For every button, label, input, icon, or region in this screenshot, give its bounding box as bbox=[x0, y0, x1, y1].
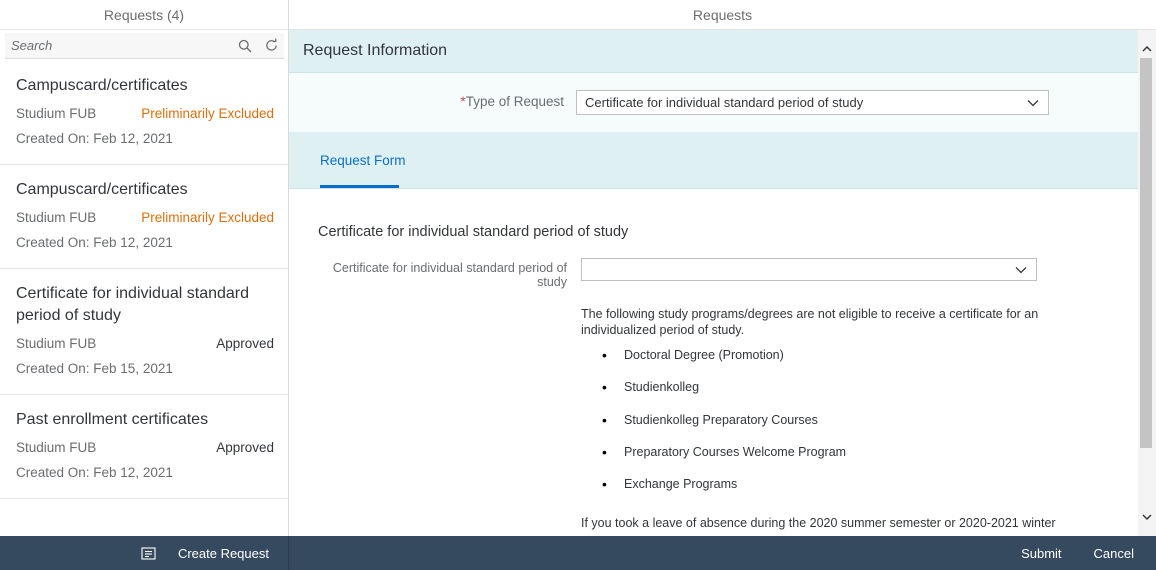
type-of-request-value: Certificate for individual standard peri… bbox=[585, 95, 864, 110]
scrollbar[interactable] bbox=[1138, 30, 1156, 536]
form-heading: Certificate for individual standard peri… bbox=[318, 224, 629, 240]
create-request-label: Create Request bbox=[177, 545, 269, 561]
status-badge: Preliminarily Excluded bbox=[141, 210, 274, 225]
list-item: Studienkolleg bbox=[581, 379, 1061, 411]
search-input[interactable] bbox=[5, 33, 232, 58]
request-title: Campuscard/certificates bbox=[16, 181, 188, 198]
status-badge: Approved bbox=[216, 440, 274, 455]
detail-content: Request Information *Type of Request Cer… bbox=[289, 30, 1138, 536]
request-created-date: Created On: Feb 12, 2021 bbox=[16, 235, 173, 250]
status-badge: Approved bbox=[216, 336, 274, 351]
request-title: Campuscard/certificates bbox=[16, 77, 188, 94]
type-of-request-label: *Type of Request bbox=[460, 94, 564, 109]
create-request-button[interactable]: Create Request bbox=[133, 539, 277, 567]
refresh-icon[interactable] bbox=[258, 33, 284, 59]
request-org: Studium FUB bbox=[16, 336, 97, 351]
master-title: Requests (4) bbox=[0, 0, 288, 30]
request-created-date: Created On: Feb 12, 2021 bbox=[16, 465, 173, 480]
request-title: Past enrollment certificates bbox=[16, 411, 209, 428]
ineligible-programs-list: Doctoral Degree (Promotion) Studienkolle… bbox=[581, 347, 1061, 508]
section-title: Request Information bbox=[289, 30, 1138, 73]
list-item: Doctoral Degree (Promotion) bbox=[581, 347, 1061, 379]
search-icon[interactable] bbox=[232, 33, 258, 59]
info-text-secondary: If you took a leave of absence during th… bbox=[581, 516, 1056, 530]
master-footer: Create Request bbox=[0, 536, 289, 570]
chevron-up-icon[interactable] bbox=[1138, 40, 1156, 58]
request-created-date: Created On: Feb 15, 2021 bbox=[16, 361, 173, 376]
request-org: Studium FUB bbox=[16, 106, 97, 121]
list-item: Exchange Programs bbox=[581, 476, 1061, 508]
request-org: Studium FUB bbox=[16, 440, 97, 455]
type-of-request-row: *Type of Request Certificate for individ… bbox=[289, 73, 1138, 132]
info-text: The following study programs/degrees are… bbox=[581, 307, 1039, 337]
detail-footer: Submit Cancel bbox=[289, 536, 1156, 570]
chevron-down-icon bbox=[1026, 96, 1040, 110]
status-badge: Preliminarily Excluded bbox=[141, 106, 274, 121]
master-pane: Requests (4) Campuscard/certificates Stu… bbox=[0, 0, 289, 536]
request-title: Certificate for individual standard peri… bbox=[16, 285, 250, 324]
detail-pane: Requests Request Information *Type of Re… bbox=[289, 0, 1156, 536]
list-item[interactable]: Past enrollment certificates Studium FUB… bbox=[0, 395, 288, 499]
search-bar bbox=[5, 33, 284, 59]
form-field-label: Certificate for individual standard peri… bbox=[332, 261, 567, 289]
scrollbar-thumb[interactable] bbox=[1140, 58, 1152, 448]
type-of-request-select[interactable]: Certificate for individual standard peri… bbox=[576, 90, 1049, 115]
certificate-select[interactable] bbox=[581, 258, 1037, 281]
list-item[interactable]: Certificate for individual standard peri… bbox=[0, 269, 288, 395]
request-org: Studium FUB bbox=[16, 210, 97, 225]
submit-button[interactable]: Submit bbox=[1013, 539, 1069, 567]
tab-bar: Request Form bbox=[289, 132, 1138, 189]
request-created-date: Created On: Feb 12, 2021 bbox=[16, 131, 173, 146]
list-item: Preparatory Courses Welcome Program bbox=[581, 444, 1061, 476]
detail-title: Requests bbox=[289, 0, 1156, 30]
cancel-button[interactable]: Cancel bbox=[1086, 539, 1142, 567]
tab-request-form[interactable]: Request Form bbox=[320, 132, 406, 189]
chevron-down-icon bbox=[1014, 263, 1028, 277]
chevron-down-icon[interactable] bbox=[1138, 508, 1156, 526]
tab-underline bbox=[320, 185, 399, 188]
list-item[interactable]: Campuscard/certificates Studium FUB Prel… bbox=[0, 165, 288, 269]
list-item: Studienkolleg Preparatory Courses bbox=[581, 412, 1061, 444]
type-of-request-label-text: Type of Request bbox=[465, 94, 564, 109]
request-list: Campuscard/certificates Studium FUB Prel… bbox=[0, 61, 288, 499]
request-form: Certificate for individual standard peri… bbox=[289, 189, 1138, 536]
list-item[interactable]: Campuscard/certificates Studium FUB Prel… bbox=[0, 61, 288, 165]
create-request-icon bbox=[141, 546, 156, 560]
